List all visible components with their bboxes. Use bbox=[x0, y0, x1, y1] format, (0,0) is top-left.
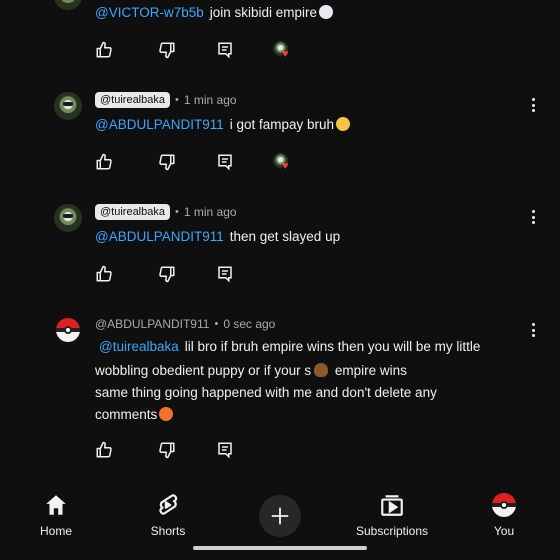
comment-meta: @tuirealbaka • 1 min ago bbox=[95, 92, 237, 108]
comment-meta: @tuirealbaka • 1 min ago bbox=[95, 204, 237, 220]
like-button[interactable] bbox=[95, 441, 115, 461]
comment-actions bbox=[95, 441, 315, 461]
reply-button[interactable] bbox=[216, 41, 236, 61]
timestamp: 1 min ago bbox=[183, 93, 237, 107]
crying-emoji bbox=[336, 117, 351, 131]
nav-subscriptions[interactable]: Subscriptions bbox=[342, 492, 442, 538]
comment-text: @ABDULPANDIT911 i got fampay bruh bbox=[95, 113, 351, 136]
comment-actions bbox=[95, 265, 315, 285]
more-options-button[interactable] bbox=[527, 96, 539, 114]
mention-link[interactable]: @ABDULPANDIT911 bbox=[95, 229, 224, 244]
dislike-button[interactable] bbox=[158, 265, 178, 285]
mention-link[interactable]: @ABDULPANDIT911 bbox=[95, 117, 224, 132]
home-indicator-bar[interactable] bbox=[193, 546, 367, 550]
plus-icon bbox=[271, 507, 289, 525]
thumbs-up-icon bbox=[96, 41, 112, 58]
more-options-button[interactable] bbox=[527, 321, 539, 339]
nav-you-label: You bbox=[493, 524, 515, 538]
commenter-avatar[interactable] bbox=[54, 204, 82, 232]
shorts-icon bbox=[159, 494, 178, 515]
comment-text-line-3: same thing going happened with me and do… bbox=[95, 385, 437, 400]
separator: • bbox=[174, 94, 179, 106]
timestamp: 0 sec ago bbox=[223, 317, 276, 331]
comment-body-line-1: lil bro if bruh empire wins then you wil… bbox=[184, 339, 481, 354]
nav-shorts[interactable]: Shorts bbox=[118, 492, 218, 538]
thumbs-down-icon bbox=[159, 154, 175, 171]
comment-text-line-4: comments bbox=[95, 403, 174, 426]
mention-link[interactable]: @VICTOR-w7b5b bbox=[95, 5, 204, 20]
like-button[interactable] bbox=[95, 41, 115, 61]
author-badge[interactable]: @tuirealbaka bbox=[95, 204, 170, 220]
subscriptions-icon bbox=[381, 495, 403, 516]
separator: • bbox=[174, 206, 179, 218]
timestamp: 1 min ago bbox=[183, 205, 237, 219]
thumbs-down-icon bbox=[159, 442, 175, 459]
like-button[interactable] bbox=[95, 265, 115, 285]
angry-emoji bbox=[159, 407, 174, 421]
comment-body: then get slayed up bbox=[229, 229, 341, 244]
reply-icon bbox=[218, 154, 232, 171]
comment-body-line-2a: wobbling obedient puppy or if your s bbox=[95, 363, 312, 378]
comment-text-line-1: @tuirealbaka lil bro if bruh empire wins … bbox=[99, 335, 480, 358]
thumbs-down-icon bbox=[159, 266, 175, 283]
mention-link[interactable]: @tuirealbaka bbox=[99, 339, 179, 354]
reply-button[interactable] bbox=[216, 153, 236, 173]
commenter-avatar[interactable] bbox=[54, 316, 82, 344]
comment-body-line-2b: empire wins bbox=[331, 363, 407, 378]
heart-icon: ♥ bbox=[282, 48, 289, 60]
like-button[interactable] bbox=[95, 153, 115, 173]
creator-heart-badge: ♥ bbox=[273, 153, 293, 173]
more-options-button[interactable] bbox=[527, 208, 539, 226]
nav-subscriptions-label: Subscriptions bbox=[355, 524, 429, 538]
thumbs-up-icon bbox=[96, 441, 112, 458]
reply-icon bbox=[218, 442, 232, 459]
reply-icon bbox=[218, 42, 232, 59]
commenter-avatar[interactable] bbox=[54, 0, 82, 10]
reply-button[interactable] bbox=[216, 441, 236, 461]
heart-icon: ♥ bbox=[282, 160, 289, 172]
nav-shorts-label: Shorts bbox=[150, 524, 186, 538]
ghost-emoji bbox=[319, 5, 334, 19]
thumbs-up-icon bbox=[96, 153, 112, 170]
author-badge[interactable]: @tuirealbaka bbox=[95, 92, 170, 108]
comment-body-line-4: comments bbox=[95, 407, 158, 422]
comment-actions: ♥ bbox=[95, 153, 315, 173]
thumbs-up-icon bbox=[96, 265, 112, 282]
comment-text: @ABDULPANDIT911 then get slayed up bbox=[95, 225, 340, 248]
separator: • bbox=[214, 318, 219, 330]
create-button[interactable] bbox=[259, 495, 301, 537]
author-name[interactable]: @ABDULPANDIT911 bbox=[95, 317, 209, 331]
dislike-button[interactable] bbox=[158, 41, 178, 61]
comment-text: @VICTOR-w7b5b join skibidi empire bbox=[95, 1, 334, 24]
dislike-button[interactable] bbox=[158, 441, 178, 461]
nav-home[interactable]: Home bbox=[6, 492, 106, 538]
reply-button[interactable] bbox=[216, 265, 236, 285]
profile-avatar bbox=[491, 492, 517, 518]
comment-body: join skibidi empire bbox=[209, 5, 318, 20]
reply-icon bbox=[218, 266, 232, 283]
comment-meta: @ABDULPANDIT911 • 0 sec ago bbox=[95, 317, 275, 331]
dislike-button[interactable] bbox=[158, 153, 178, 173]
poop-emoji bbox=[314, 363, 329, 377]
nav-you[interactable]: You bbox=[454, 492, 554, 538]
comment-body: i got fampay bruh bbox=[229, 117, 335, 132]
comment-text-line-2: wobbling obedient puppy or if your s emp… bbox=[95, 359, 407, 382]
comment-actions: ♥ bbox=[95, 41, 315, 61]
nav-home-label: Home bbox=[39, 524, 72, 538]
commenter-avatar[interactable] bbox=[54, 92, 82, 120]
creator-heart-badge: ♥ bbox=[273, 41, 293, 61]
home-icon bbox=[46, 495, 66, 515]
thumbs-down-icon bbox=[159, 42, 175, 59]
